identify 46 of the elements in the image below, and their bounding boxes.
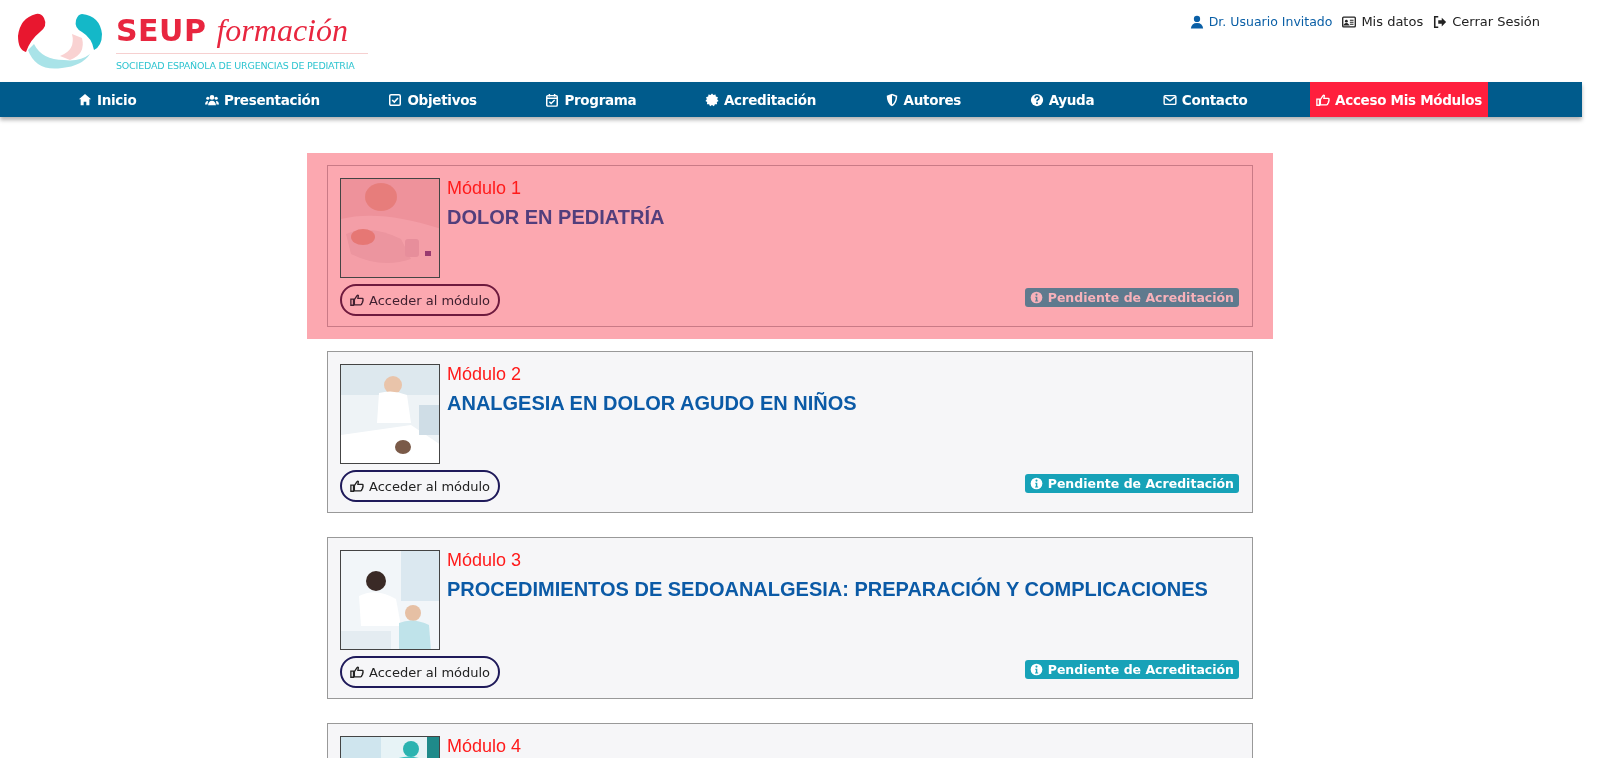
- shield-icon: [884, 92, 899, 107]
- calendar-check-icon: [545, 92, 560, 107]
- status-badge: Pendiente de Acreditación: [1024, 474, 1239, 493]
- info-icon: [1029, 477, 1043, 490]
- access-module-button[interactable]: Acceder al módulo: [340, 470, 501, 502]
- logout-icon: [1433, 14, 1448, 29]
- pointing-hand-icon: [350, 293, 364, 307]
- info-icon: [1029, 291, 1043, 304]
- access-module-button[interactable]: Acceder al módulo: [340, 284, 501, 316]
- nav-tab[interactable]: Inicio: [72, 82, 143, 117]
- brand-name: SEUP: [116, 13, 207, 48]
- nav-tab[interactable]: Autores: [878, 82, 968, 117]
- nav-tab[interactable]: Presentación: [198, 82, 326, 117]
- module-title: PROCEDIMIENTOS DE SEDOANALGESIA: PREPARACIÓN Y COMPLICACIONES: [447, 578, 1208, 601]
- home-icon: [78, 92, 92, 107]
- nav-tab[interactable]: Programa: [539, 82, 643, 117]
- module-title: ANALGESIA EN DOLOR AGUDO EN NIÑOS: [447, 392, 857, 415]
- access-module-button[interactable]: Acceder al módulo: [340, 656, 501, 688]
- module-number: Módulo 1: [447, 178, 523, 199]
- nav-tab[interactable]: Objetivos: [382, 82, 483, 117]
- module-number: Módulo 2: [447, 364, 523, 385]
- pointing-hand-icon: [1316, 92, 1331, 107]
- pointing-hand-icon: [350, 665, 364, 679]
- nav-tab[interactable]: Contacto: [1156, 82, 1254, 117]
- profile-link[interactable]: Mis datos: [1342, 14, 1424, 29]
- nav-tab[interactable]: Ayuda: [1023, 82, 1101, 117]
- nav-tab[interactable]: Acreditación: [698, 82, 822, 117]
- nav-tab[interactable]: Acceso Mis Módulos: [1310, 82, 1488, 117]
- logout-link[interactable]: Cerrar Sesión: [1433, 14, 1540, 29]
- module-number: Módulo 3: [447, 550, 523, 571]
- status-badge: Pendiente de Acreditación: [1024, 288, 1239, 307]
- checkbox-icon: [388, 92, 403, 107]
- seal-icon: [704, 92, 719, 107]
- help-icon: [1029, 92, 1044, 107]
- module-title: DOLOR EN PEDIATRÍA: [447, 206, 665, 229]
- envelope-icon: [1162, 92, 1177, 107]
- user-name-link[interactable]: Dr. Usuario Invitado: [1189, 14, 1333, 29]
- people-icon: [204, 92, 219, 107]
- module-number: Módulo 4: [447, 736, 522, 757]
- id-card-icon: [1342, 14, 1357, 29]
- status-badge: Pendiente de Acreditación: [1024, 660, 1239, 679]
- brand-tagline: SOCIEDAD ESPAÑOLA DE URGENCIAS DE PEDIATRIA: [116, 60, 356, 71]
- pointing-hand-icon: [350, 479, 364, 493]
- brand-subtitle: formación: [216, 12, 348, 49]
- info-icon: [1029, 663, 1043, 676]
- person-icon: [1189, 14, 1204, 29]
